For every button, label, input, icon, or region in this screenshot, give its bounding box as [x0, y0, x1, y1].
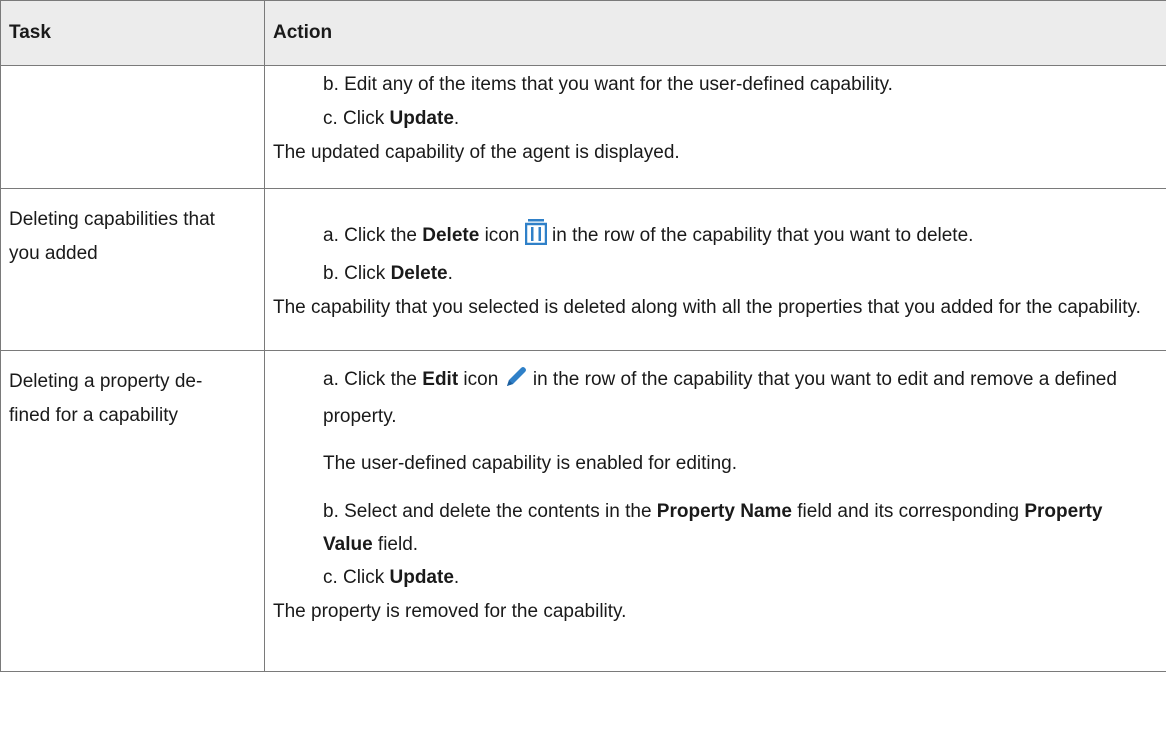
task-cell: Deleting a property de­fined for a capab… — [0, 350, 265, 672]
action-cell: b. Edit any of the items that you want f… — [264, 65, 1166, 189]
action-cell: a. Click the Edit icon in the row of the… — [264, 350, 1166, 672]
step-a: a. Click the Edit icon in the row of the… — [273, 363, 1158, 433]
result-text: The capability that you selected is dele… — [273, 297, 1141, 318]
result-text: The property is removed for the capabili… — [273, 601, 627, 622]
table-row: Deleting capabilities that you added a. … — [0, 188, 1166, 351]
step-a: a. Click the Delete icon in the row of t… — [273, 219, 1158, 257]
action-cell: a. Click the Delete icon in the row of t… — [264, 188, 1166, 351]
column-header-action: Action — [264, 0, 1166, 66]
step-a-note: The user-defined capability is enabled f… — [323, 453, 738, 474]
step-b: b. Edit any of the items that you want f… — [323, 74, 893, 95]
task-label: Deleting capabilities that you added — [9, 209, 215, 264]
result-text: The updated capability of the agent is d… — [273, 142, 680, 163]
task-label: Deleting a property de­fined for a capab… — [9, 371, 203, 426]
task-label — [9, 66, 256, 80]
table-row: b. Edit any of the items that you want f… — [0, 65, 1166, 189]
step-c: c. Click Update. — [323, 108, 460, 129]
table-header-row: Task Action — [0, 0, 1166, 66]
trash-icon[interactable] — [524, 219, 547, 257]
step-b: b. Select and delete the contents in the… — [323, 501, 1103, 555]
step-b: b. Click Delete. — [323, 263, 453, 284]
pencil-icon[interactable] — [504, 365, 528, 400]
task-cell: Deleting capabilities that you added — [0, 188, 265, 351]
task-action-table: Task Action b. Edit any of the items tha… — [0, 0, 1166, 672]
column-header-task: Task — [0, 0, 265, 66]
task-cell — [0, 65, 265, 189]
step-c: c. Click Update. — [323, 567, 460, 588]
table-row: Deleting a property de­fined for a capab… — [0, 350, 1166, 672]
